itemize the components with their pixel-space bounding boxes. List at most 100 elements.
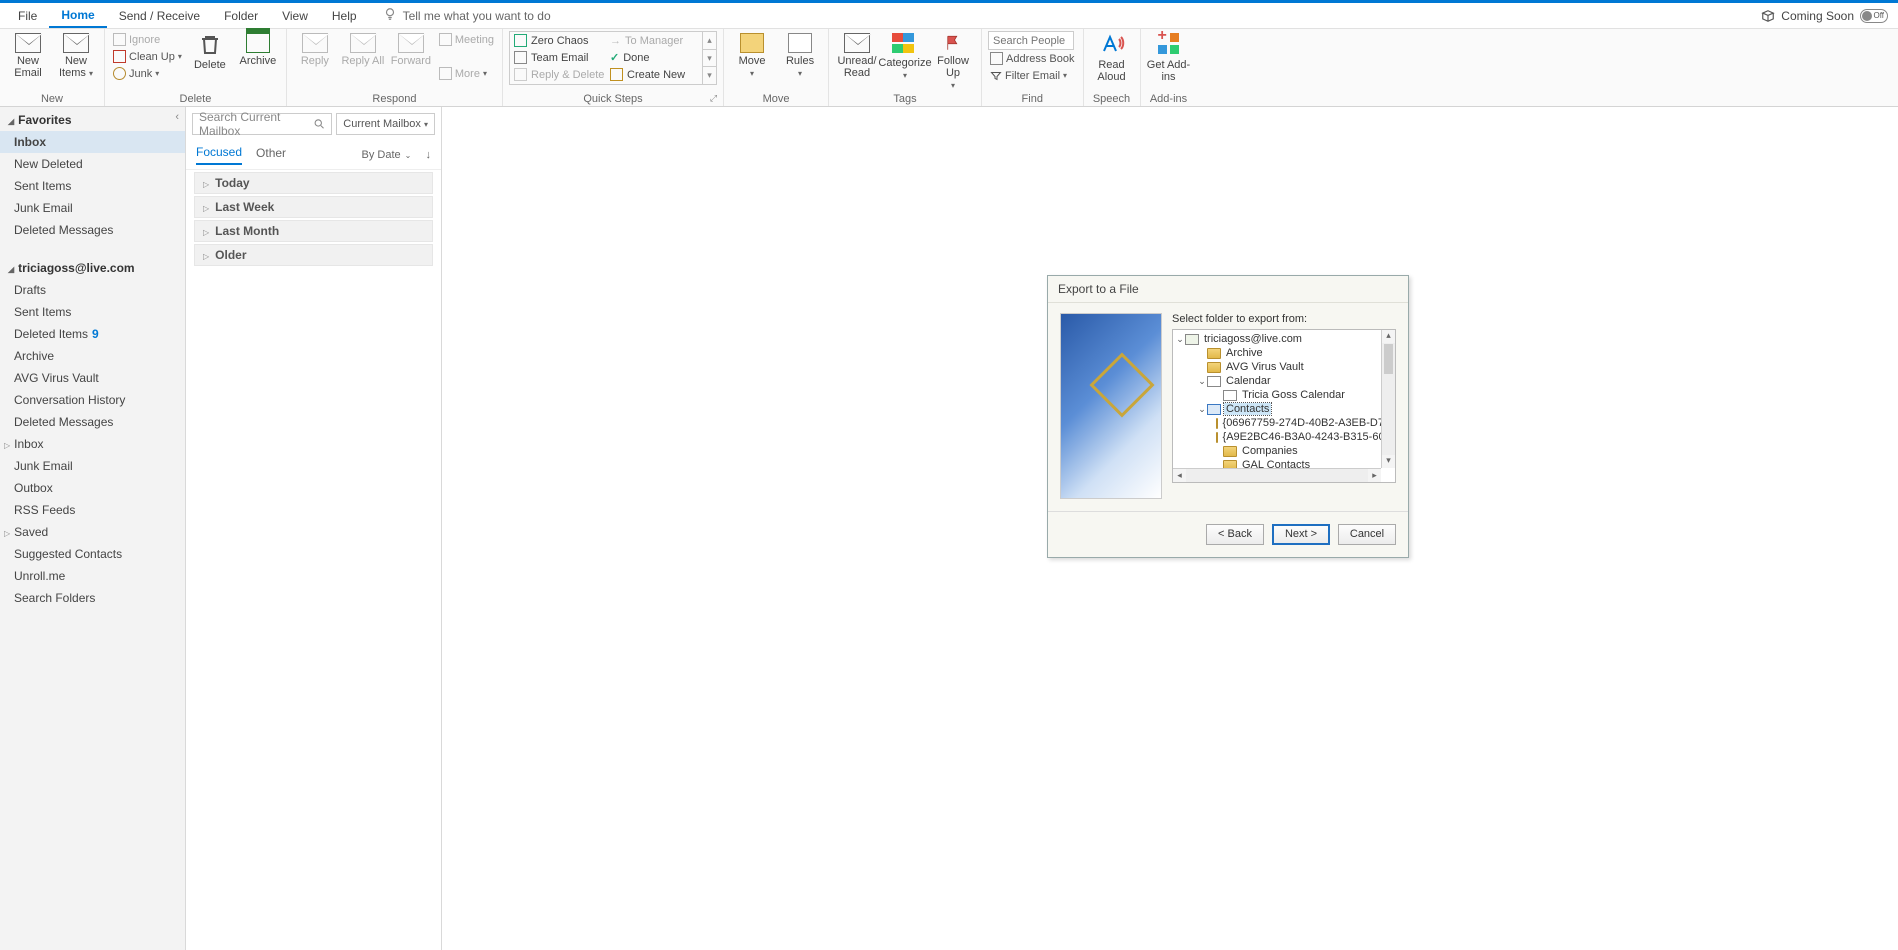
tree-node[interactable]: Companies bbox=[1175, 444, 1379, 458]
qs-scroll-down[interactable]: ▾ bbox=[703, 50, 716, 68]
scroll-up-icon[interactable]: ▴ bbox=[1382, 330, 1395, 343]
menu-folder[interactable]: Folder bbox=[212, 5, 270, 27]
favorites-header[interactable]: Favorites bbox=[0, 107, 185, 131]
nav-item[interactable]: Drafts bbox=[0, 279, 185, 301]
scroll-right-icon[interactable]: ▸ bbox=[1368, 469, 1381, 482]
fav-inbox[interactable]: Inbox bbox=[0, 131, 185, 153]
rules-button[interactable]: Rules▾ bbox=[778, 31, 822, 80]
nav-item[interactable]: Saved bbox=[0, 521, 185, 543]
search-mailbox-input[interactable]: Search Current Mailbox bbox=[192, 113, 332, 135]
filter-email-button[interactable]: Filter Email▾ bbox=[988, 67, 1076, 84]
qs-done[interactable]: ✓Done bbox=[606, 49, 702, 66]
nav-item[interactable]: Unroll.me bbox=[0, 565, 185, 587]
fav-sent-items[interactable]: Sent Items bbox=[0, 175, 185, 197]
scroll-down-icon[interactable]: ▾ bbox=[1382, 455, 1395, 468]
move-button[interactable]: Move▾ bbox=[730, 31, 774, 80]
qs-team-email[interactable]: Team Email bbox=[510, 49, 606, 66]
group-older[interactable]: Older bbox=[194, 244, 433, 266]
tell-me-search[interactable]: Tell me what you want to do bbox=[383, 7, 551, 24]
tree-node[interactable]: Tricia Goss Calendar bbox=[1175, 388, 1379, 402]
tree-vscrollbar[interactable]: ▴ ▾ bbox=[1381, 330, 1395, 468]
qs-expand[interactable]: ▾ bbox=[703, 67, 716, 84]
nav-item[interactable]: Junk Email bbox=[0, 455, 185, 477]
nav-item[interactable]: AVG Virus Vault bbox=[0, 367, 185, 389]
qs-create-new[interactable]: Create New bbox=[606, 66, 702, 83]
unread-read-button[interactable]: Unread/ Read bbox=[835, 31, 879, 79]
quick-steps-gallery[interactable]: Zero Chaos Team Email Reply & Delete →To… bbox=[509, 31, 717, 85]
tree-node[interactable]: GAL Contacts bbox=[1175, 458, 1379, 468]
tree-root[interactable]: ⌄triciagoss@live.com bbox=[1175, 332, 1379, 346]
fav-junk-email[interactable]: Junk Email bbox=[0, 197, 185, 219]
archive-button[interactable]: Archive bbox=[236, 31, 280, 67]
reply-button[interactable]: Reply bbox=[293, 31, 337, 67]
group-last-week[interactable]: Last Week bbox=[194, 196, 433, 218]
nav-item[interactable]: Suggested Contacts bbox=[0, 543, 185, 565]
tree-node[interactable]: {06967759-274D-40B2-A3EB-D7F bbox=[1175, 416, 1379, 430]
coming-soon[interactable]: Coming Soon Off bbox=[1761, 9, 1888, 23]
nav-item[interactable]: Deleted Messages bbox=[0, 411, 185, 433]
cancel-button[interactable]: Cancel bbox=[1338, 524, 1396, 545]
follow-up-button[interactable]: Follow Up▾ bbox=[931, 31, 975, 92]
nav-item[interactable]: Outbox bbox=[0, 477, 185, 499]
scroll-thumb[interactable] bbox=[1384, 344, 1393, 374]
ignore-button[interactable]: Ignore bbox=[111, 31, 184, 48]
new-items-button[interactable]: New Items ▾ bbox=[54, 31, 98, 80]
tree-node[interactable]: ⌄Contacts bbox=[1175, 402, 1379, 416]
envelope-icon bbox=[844, 33, 870, 53]
new-email-button[interactable]: New Email bbox=[6, 31, 50, 79]
tree-hscrollbar[interactable]: ◂ ▸ bbox=[1173, 468, 1381, 482]
search-people-input[interactable] bbox=[988, 31, 1074, 50]
tree-node[interactable]: Archive bbox=[1175, 346, 1379, 360]
nav-item[interactable]: Archive bbox=[0, 345, 185, 367]
nav-item[interactable]: Inbox bbox=[0, 433, 185, 455]
qs-to-manager[interactable]: →To Manager bbox=[606, 32, 702, 49]
get-addins-button[interactable]: + Get Add-ins bbox=[1147, 31, 1191, 83]
coming-soon-toggle[interactable]: Off bbox=[1860, 9, 1888, 23]
tree-node[interactable]: ⌄Calendar bbox=[1175, 374, 1379, 388]
tab-focused[interactable]: Focused bbox=[196, 145, 242, 165]
reply-all-button[interactable]: Reply All bbox=[341, 31, 385, 67]
nav-item[interactable]: Conversation History bbox=[0, 389, 185, 411]
menu-view[interactable]: View bbox=[270, 5, 320, 27]
tab-other[interactable]: Other bbox=[256, 146, 286, 164]
next-button[interactable]: Next > bbox=[1272, 524, 1330, 545]
nav-item[interactable]: Sent Items bbox=[0, 301, 185, 323]
sort-by-dropdown[interactable]: By Date⌄ ↓ bbox=[362, 149, 431, 161]
quicksteps-launcher-icon[interactable]: ⤢ bbox=[710, 93, 717, 104]
back-button[interactable]: < Back bbox=[1206, 524, 1264, 545]
tree-node[interactable]: {A9E2BC46-B3A0-4243-B315-60D bbox=[1175, 430, 1379, 444]
folder-tree[interactable]: ⌄triciagoss@live.com Archive AVG Virus V… bbox=[1172, 329, 1396, 483]
menu-help[interactable]: Help bbox=[320, 5, 369, 27]
search-scope-dropdown[interactable]: Current Mailbox ▾ bbox=[336, 113, 435, 135]
qs-zero-chaos[interactable]: Zero Chaos bbox=[510, 32, 606, 49]
address-book-button[interactable]: Address Book bbox=[988, 50, 1076, 67]
fav-deleted-messages[interactable]: Deleted Messages bbox=[0, 219, 185, 241]
menu-home[interactable]: Home bbox=[49, 4, 106, 28]
menu-file[interactable]: File bbox=[6, 5, 49, 27]
qs-reply-delete[interactable]: Reply & Delete bbox=[510, 66, 606, 83]
meeting-button[interactable]: Meeting bbox=[437, 31, 496, 48]
menu-send-receive[interactable]: Send / Receive bbox=[107, 5, 212, 27]
nav-item[interactable]: Search Folders bbox=[0, 587, 185, 609]
forward-icon bbox=[398, 33, 424, 53]
clean-up-button[interactable]: Clean Up▾ bbox=[111, 48, 184, 65]
scroll-left-icon[interactable]: ◂ bbox=[1173, 469, 1186, 482]
qs-scroll-up[interactable]: ▴ bbox=[703, 32, 716, 50]
junk-button[interactable]: Junk▾ bbox=[111, 65, 184, 82]
collapse-nav-icon[interactable]: ‹ bbox=[175, 111, 179, 123]
delete-button[interactable]: Delete bbox=[188, 31, 232, 71]
group-last-month[interactable]: Last Month bbox=[194, 220, 433, 242]
more-respond-button[interactable]: More▾ bbox=[437, 65, 496, 82]
forward-button[interactable]: Forward bbox=[389, 31, 433, 67]
nav-item[interactable]: Deleted Items9 bbox=[0, 323, 185, 345]
account-header[interactable]: triciagoss@live.com bbox=[0, 255, 185, 279]
ribbon-group-new: New Email New Items ▾ New bbox=[0, 29, 105, 106]
categorize-button[interactable]: Categorize▾ bbox=[883, 31, 927, 82]
read-aloud-button[interactable]: Read Aloud bbox=[1090, 31, 1134, 83]
sort-direction-icon[interactable]: ↓ bbox=[426, 149, 432, 161]
tree-node[interactable]: AVG Virus Vault bbox=[1175, 360, 1379, 374]
nav-item[interactable]: RSS Feeds bbox=[0, 499, 185, 521]
group-today[interactable]: Today bbox=[194, 172, 433, 194]
fav-new-deleted[interactable]: New Deleted bbox=[0, 153, 185, 175]
move-icon bbox=[514, 34, 527, 47]
